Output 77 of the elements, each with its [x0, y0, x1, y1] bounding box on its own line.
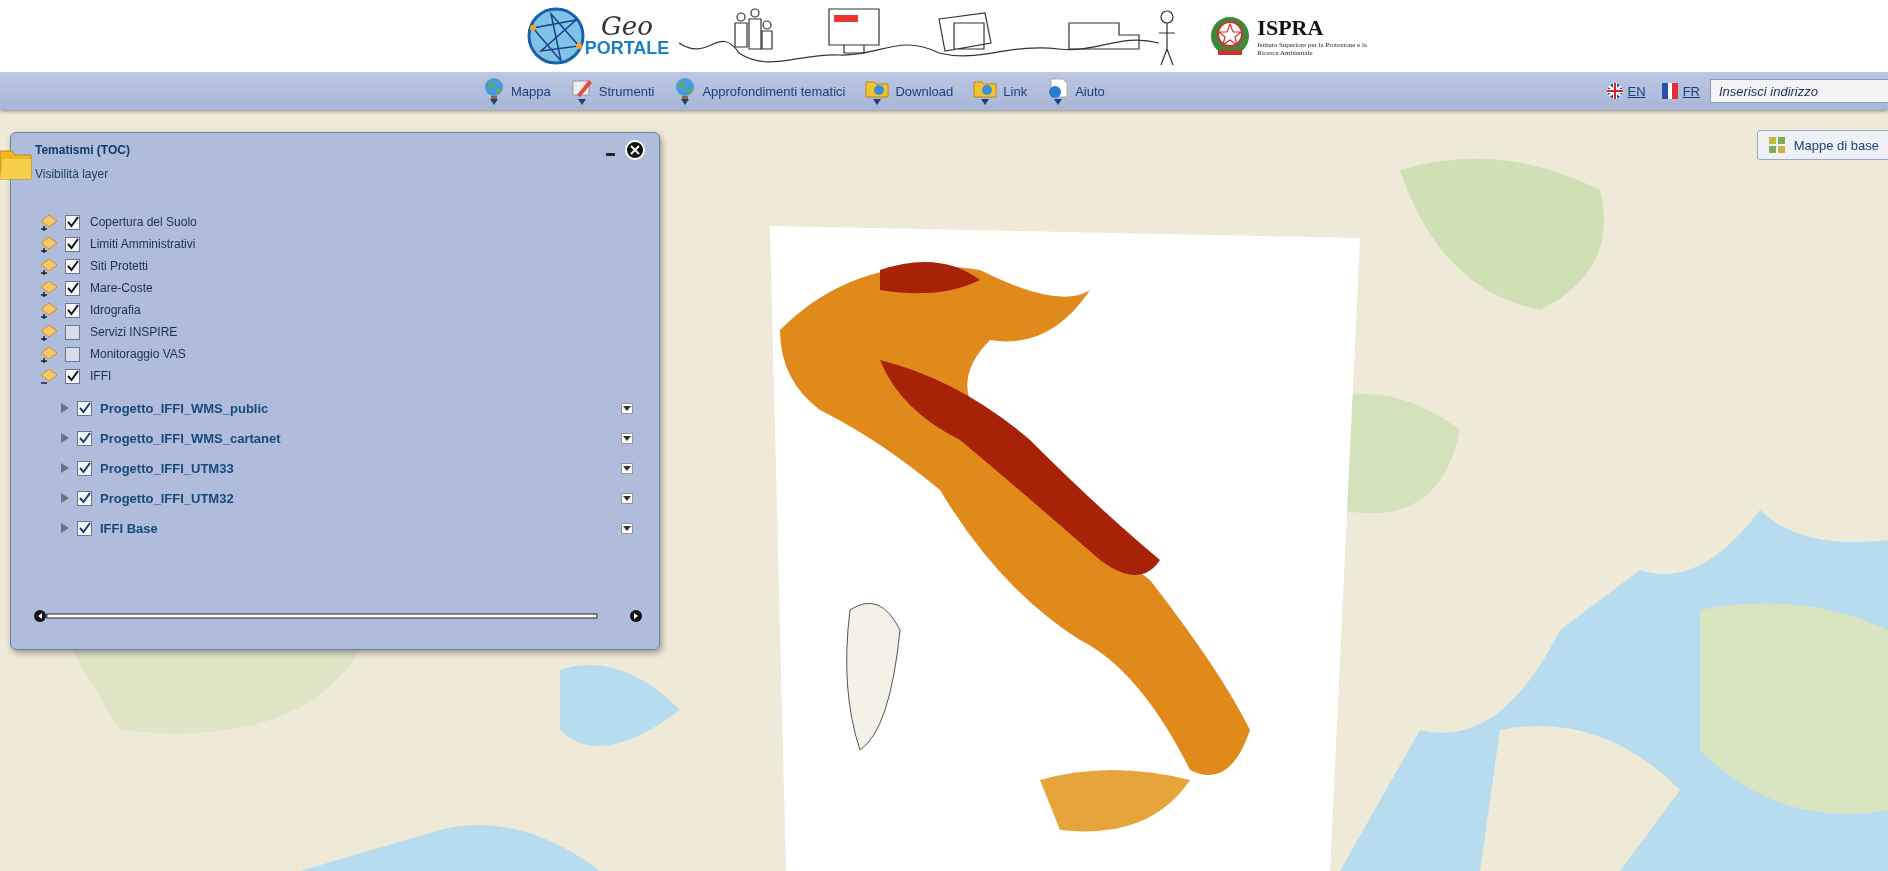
address-search-field[interactable]: Inserisci indirizzo [1710, 79, 1888, 103]
layer-label: Idrografia [90, 303, 141, 317]
checkbox[interactable] [77, 520, 92, 536]
dropdown-arrow-icon [577, 99, 586, 105]
layer-label: IFFI Base [100, 520, 159, 536]
layer-label: Servizi INSPIRE [90, 325, 178, 339]
layer-folder-icon[interactable] [39, 367, 59, 385]
checkbox[interactable] [77, 490, 92, 506]
options-dropdown-button[interactable] [621, 462, 633, 474]
layer-label: Progetto_IFFI_UTM33 [100, 460, 235, 476]
language-link[interactable]: EN [1606, 83, 1646, 99]
layer-label: Progetto_IFFI_WMS_cartanet [100, 430, 282, 446]
flag-icon [1661, 83, 1678, 99]
tools-icon [570, 77, 593, 99]
menu-item[interactable]: Mappa [483, 77, 551, 105]
checkbox[interactable] [65, 302, 80, 318]
layer-folder-icon[interactable] [39, 257, 59, 275]
checkbox[interactable] [65, 214, 80, 230]
logo-text: PORTALE [584, 39, 670, 59]
layer-label: Progetto_IFFI_WMS_public [100, 400, 270, 416]
menu-item[interactable]: Aiuto [1047, 77, 1105, 105]
dropdown-arrow-icon [1054, 99, 1063, 105]
dropdown-arrow-icon [873, 99, 882, 105]
layer-folder-icon[interactable] [39, 345, 59, 363]
checkbox[interactable] [77, 430, 92, 446]
close-button[interactable] [625, 140, 645, 160]
checkbox[interactable] [77, 460, 92, 476]
menu-item[interactable]: Approfondimenti tematici [674, 77, 846, 105]
checkbox[interactable] [77, 400, 92, 416]
layer-folder-icon[interactable] [39, 235, 59, 253]
close-icon [630, 145, 640, 155]
menu-item[interactable]: Download [865, 77, 954, 105]
expand-arrow-icon[interactable] [61, 523, 69, 533]
layer-folder-icon[interactable] [39, 279, 59, 297]
options-dropdown-button[interactable] [621, 402, 633, 414]
expand-arrow-icon[interactable] [61, 463, 69, 473]
basemap-button[interactable]: Mappe di base [1756, 130, 1888, 160]
layer-label: Monitoraggio VAS [90, 347, 186, 361]
expand-arrow-icon[interactable] [61, 403, 69, 413]
emblem-icon [1209, 14, 1252, 58]
checkbox[interactable] [65, 280, 80, 296]
layer-label: Progetto_IFFI_UTM32 [100, 490, 235, 506]
checkbox[interactable] [65, 368, 80, 384]
layer-folder-icon[interactable] [39, 213, 59, 231]
layer-label: Limiti Amministrativi [90, 237, 196, 251]
layer-label: Siti Protetti [90, 259, 149, 273]
expand-arrow-icon[interactable] [61, 493, 69, 503]
panel-title: Tematismi (TOC) [35, 143, 130, 157]
options-dropdown-button[interactable] [621, 522, 633, 534]
language-link[interactable]: FR [1661, 83, 1700, 99]
menu-item[interactable]: Strumenti [570, 77, 655, 105]
dropdown-arrow-icon [490, 99, 498, 105]
checkbox[interactable] [65, 236, 80, 252]
layer-folder-icon[interactable] [39, 301, 59, 319]
grid-icon [1767, 136, 1786, 154]
help-icon [1047, 77, 1070, 99]
checkbox[interactable] [65, 258, 80, 274]
horizontal-scrollbar[interactable] [33, 609, 643, 623]
options-dropdown-button[interactable] [621, 432, 633, 444]
layer-label: Copertura del Suolo [90, 215, 197, 229]
agency-name: ISPRA [1257, 14, 1325, 41]
dropdown-arrow-icon [981, 99, 990, 105]
layer-label: Mare-Coste [90, 281, 153, 295]
panel-subtitle: Visibilità layer [35, 167, 110, 181]
checkbox[interactable] [65, 346, 80, 362]
layer-label: IFFI [90, 369, 112, 383]
flag-icon [1606, 83, 1623, 99]
globe-icon [483, 77, 505, 99]
checkbox[interactable] [65, 324, 80, 340]
globe-icon [674, 77, 697, 99]
layer-folder-icon[interactable] [39, 323, 59, 341]
minimize-button[interactable] [606, 152, 615, 156]
logo-script: Geo [601, 13, 653, 40]
dropdown-arrow-icon [681, 99, 690, 105]
menu-item[interactable]: Link [973, 77, 1028, 105]
options-dropdown-button[interactable] [621, 492, 633, 504]
expand-arrow-icon[interactable] [61, 433, 69, 443]
